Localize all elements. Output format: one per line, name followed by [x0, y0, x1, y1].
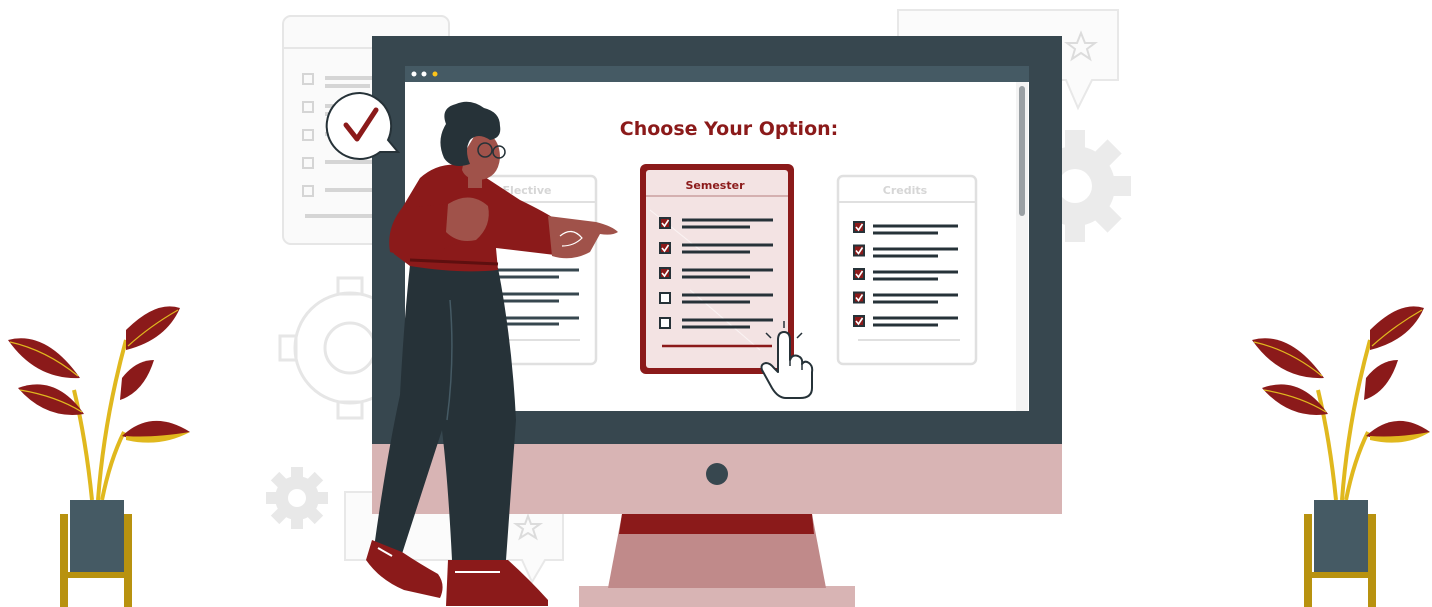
window-dot [411, 71, 417, 77]
checkbox-icon[interactable] [659, 292, 671, 304]
checkbox-icon[interactable] [659, 267, 671, 279]
scrollbar-thumb [1019, 86, 1025, 216]
checkbox-icon[interactable] [659, 217, 671, 229]
window-dot [421, 71, 427, 77]
monitor-stand-base [579, 586, 855, 607]
plant-right [1252, 306, 1430, 607]
checkbox-icon[interactable] [853, 221, 865, 233]
card-title: Semester [686, 179, 746, 192]
checkbox-icon[interactable] [853, 244, 865, 257]
window-dot [432, 71, 438, 77]
plant-pot [1314, 500, 1368, 572]
checkbox-icon[interactable] [659, 242, 671, 254]
card-title: Credits [883, 184, 928, 197]
power-button [706, 463, 728, 485]
checkbox-icon[interactable] [659, 317, 671, 329]
plant-left [8, 306, 190, 607]
plant-pot [70, 500, 124, 572]
checkbox-icon[interactable] [853, 291, 865, 304]
checkbox-icon[interactable] [853, 315, 865, 327]
checkbox-icon[interactable] [853, 268, 865, 280]
small-gear-icon [266, 467, 328, 529]
illustration: Choose Your Option: Elective Semester Cr… [8, 9, 1430, 607]
browser-titlebar [405, 66, 1029, 82]
page-heading: Choose Your Option: [620, 118, 839, 140]
